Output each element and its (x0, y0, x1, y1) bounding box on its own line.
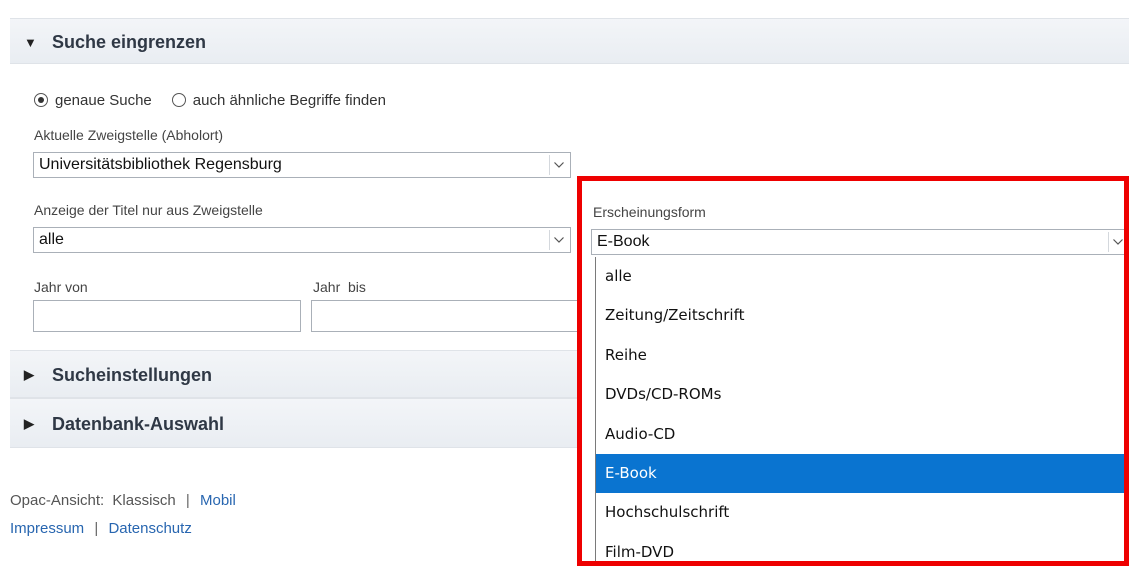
year-to-input[interactable] (311, 300, 591, 332)
publication-form-label: Erscheinungsform (593, 204, 706, 220)
branch-label: Aktuelle Zweigstelle (Abholort) (34, 127, 224, 143)
filter-panel-title: Suche eingrenzen (52, 32, 207, 52)
triangle-right-icon: ▶ (24, 416, 34, 431)
publication-form-select[interactable]: E-Book (591, 229, 1124, 255)
dropdown-option[interactable]: Audio-CD (596, 415, 1124, 454)
imprint-link[interactable]: Impressum (10, 520, 84, 537)
dropdown-option[interactable]: DVDs/CD-ROMs (596, 375, 1124, 414)
triangle-down-icon: ▼ (24, 35, 37, 50)
view-switch-line: Opac-Ansicht: Klassisch | Mobil (10, 492, 236, 509)
year-from-input[interactable] (33, 300, 301, 332)
search-settings-title: Sucheinstellungen (52, 365, 213, 385)
year-from-label: Jahr von (34, 279, 88, 295)
separator: | (185, 492, 190, 509)
dropdown-option[interactable]: Zeitung/Zeitschrift (596, 296, 1124, 335)
dropdown-option[interactable]: alle (596, 257, 1124, 296)
view-classic: Klassisch (112, 492, 176, 509)
publication-form-select-value: E-Book (597, 233, 650, 250)
view-label: Opac-Ansicht: (10, 492, 105, 509)
radio-exact-search[interactable] (34, 93, 48, 107)
display-branch-select[interactable]: alle (33, 227, 571, 253)
branch-select-value: Universitätsbibliothek Regensburg (39, 156, 282, 173)
search-page: ▼ Suche eingrenzen genaue Suche auch ähn… (0, 0, 1129, 566)
chevron-down-icon[interactable] (1108, 232, 1124, 252)
database-selection-title: Datenbank-Auswahl (52, 414, 225, 434)
display-branch-select-value: alle (39, 231, 64, 248)
radio-exact-label[interactable]: genaue Suche (55, 92, 152, 109)
display-branch-label: Anzeige der Titel nur aus Zweigstelle (34, 202, 263, 218)
legal-links-line: Impressum | Datenschutz (10, 520, 192, 537)
radio-similar-terms[interactable] (171, 93, 186, 107)
publication-form-options: alle Zeitung/Zeitschrift Reihe DVDs/CD-ROMs… (595, 257, 1124, 561)
publication-form-highlight: Erscheinungsform E-Book alle Zeitung/Zeit… (577, 176, 1129, 566)
dropdown-option[interactable]: E-Book (596, 453, 1124, 494)
dropdown-option[interactable]: Reihe (596, 336, 1124, 375)
privacy-link[interactable]: Datenschutz (108, 520, 191, 537)
filter-panel-header[interactable]: ▼ Suche eingrenzen (10, 18, 1129, 64)
dropdown-option[interactable]: Hochschulschrift (596, 493, 1124, 532)
radio-similar-label[interactable]: auch ähnliche Begriffe finden (193, 92, 386, 109)
year-to-label: Jahr bis (313, 279, 366, 295)
branch-select[interactable]: Universitätsbibliothek Regensburg (33, 152, 571, 178)
mobile-view-link[interactable]: Mobil (200, 492, 236, 509)
dropdown-option[interactable]: Film-DVD (596, 533, 1124, 561)
search-mode-radios: genaue Suche auch ähnliche Begriffe find… (34, 90, 386, 110)
triangle-right-icon: ▶ (24, 367, 34, 382)
separator: | (94, 520, 99, 537)
chevron-down-icon[interactable] (549, 230, 568, 250)
chevron-down-icon[interactable] (549, 155, 568, 175)
